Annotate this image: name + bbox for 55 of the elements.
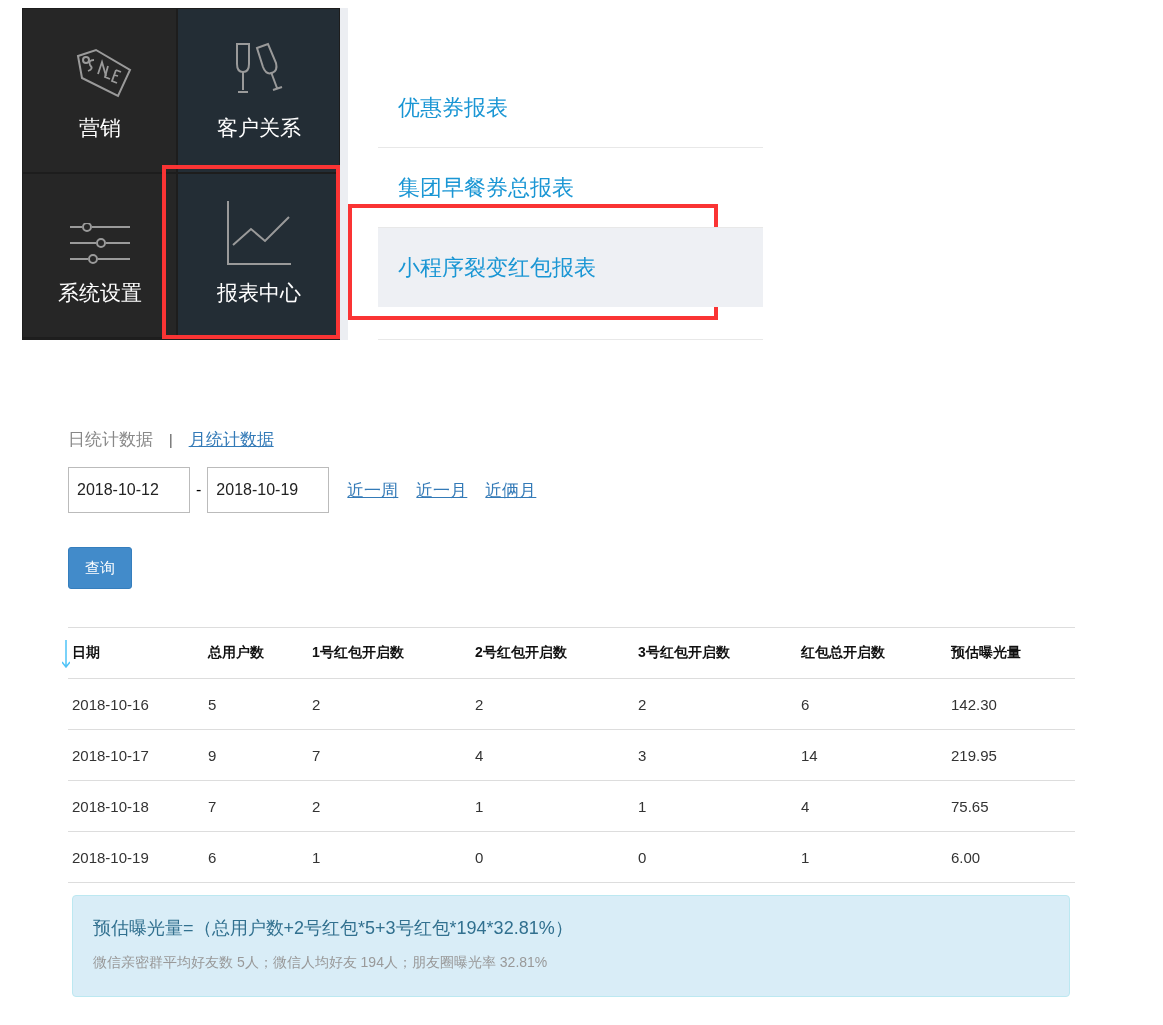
column-header: 预估曝光量 [951, 644, 1022, 662]
table-cell-text: 2 [312, 695, 322, 713]
query-button[interactable]: 查询 [68, 547, 132, 589]
menu-item[interactable]: 小程序裂变红包报表 [378, 228, 763, 307]
table-cell-text: 2018-10-17 [72, 746, 150, 764]
table-cell-text: 219.95 [951, 746, 998, 764]
table-cell-text: 142.30 [951, 695, 998, 713]
table-cell-text: 9 [208, 746, 218, 764]
start-date-field[interactable]: 2018-10-12 [68, 467, 190, 513]
column-header: 2号红包开启数 [475, 644, 568, 662]
tab-separator: | [169, 431, 173, 448]
table-cell-text: 2 [312, 797, 322, 815]
table-cell-text: 1 [475, 797, 485, 815]
table-cell-text: 6.00 [951, 848, 982, 866]
range-link[interactable]: 近一周 [347, 478, 399, 502]
table-cell-text: 2018-10-16 [72, 695, 150, 713]
date-dash: - [196, 481, 202, 499]
tab[interactable]: 月统计数据 [188, 428, 274, 451]
note-text: 微信亲密群平均好友数 5人；微信人均好友 194人；朋友圈曝光率 32.81% [93, 954, 549, 972]
table-cell-text: 2 [475, 695, 485, 713]
column-header: 总用户数 [208, 644, 265, 662]
nav-tile[interactable]: 客户关系 [177, 8, 340, 173]
table-cell-text: 2018-10-19 [72, 848, 150, 866]
menu-item[interactable]: 优惠券报表 [378, 68, 763, 148]
table-cell-text: 3 [638, 746, 648, 764]
tab[interactable]: 日统计数据 [68, 428, 153, 451]
table-cell-text: 4 [475, 746, 485, 764]
column-header: 红包总开启数 [801, 644, 886, 662]
column-header: 日期 [72, 644, 101, 662]
table-cell-text: 0 [638, 848, 648, 866]
column-header: 3号红包开启数 [638, 644, 731, 662]
table-cell-text: 5 [208, 695, 218, 713]
table-cell-text: 7 [208, 797, 218, 815]
line-chart-icon [226, 201, 291, 265]
table-cell-text: 0 [475, 848, 485, 866]
column-header: 1号红包开启数 [312, 644, 405, 662]
table-cell-text: 2018-10-18 [72, 797, 150, 815]
table-cell-text: 4 [801, 797, 811, 815]
table-cell-text: 14 [801, 746, 819, 764]
nav-tile[interactable]: 系统设置 [22, 173, 177, 338]
table-cell-text: 7 [312, 746, 322, 764]
table-cell-text: 75.65 [951, 797, 990, 815]
table-cell-text: 6 [801, 695, 811, 713]
table-cell-text: 1 [312, 848, 322, 866]
nav-tile[interactable]: 营销 [22, 8, 177, 173]
formula-text: 预估曝光量=（总用户数+2号红包*5+3号红包*194*32.81%） [93, 917, 574, 940]
table-cell-text: 6 [208, 848, 218, 866]
end-date-field[interactable]: 2018-10-19 [207, 467, 330, 513]
range-link[interactable]: 近俩月 [485, 478, 537, 502]
table-cell-text: 1 [638, 797, 648, 815]
sliders-icon [69, 223, 130, 265]
table-cell-text: 2 [638, 695, 648, 713]
range-link[interactable]: 近一月 [416, 478, 468, 502]
sort-arrow-icon [62, 640, 70, 668]
table-cell-text: 1 [801, 848, 811, 866]
